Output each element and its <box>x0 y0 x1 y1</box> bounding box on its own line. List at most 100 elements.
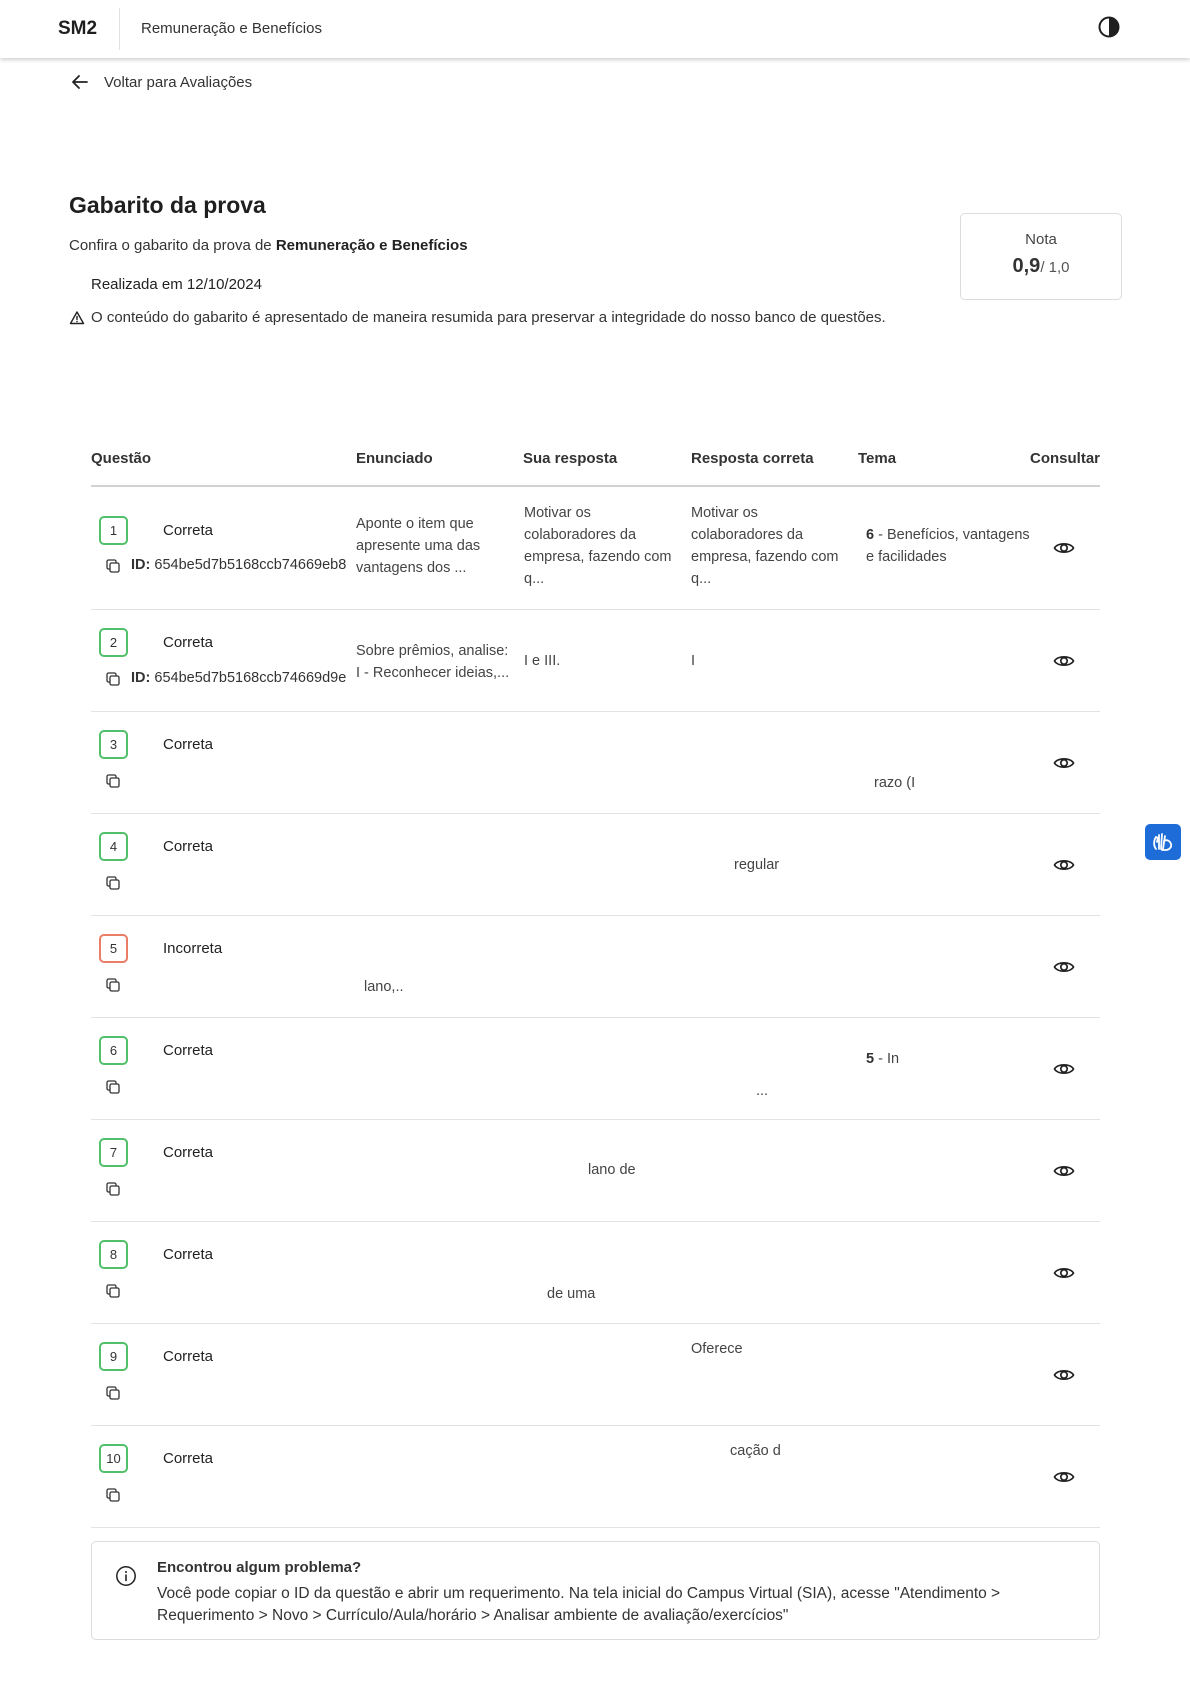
integrity-notice: O conteúdo do gabarito é apresentado de … <box>69 309 886 326</box>
tema-text: - Benefícios, vantagens e facilidades <box>866 527 1030 565</box>
accessibility-sign-language-button[interactable] <box>1145 824 1181 860</box>
copy-icon[interactable] <box>105 1079 121 1095</box>
question-number-badge: 2 <box>99 628 128 657</box>
question-number-badge: 8 <box>99 1240 128 1269</box>
question-id: ID: 654be5d7b5168ccb74669eb8 <box>131 557 346 573</box>
question-status: Correta <box>163 634 214 651</box>
view-question-eye-icon[interactable] <box>1053 1058 1075 1080</box>
view-question-eye-icon[interactable] <box>1053 752 1075 774</box>
copy-icon[interactable] <box>105 1385 121 1401</box>
cell-fragment: ... <box>756 1083 769 1099</box>
view-question-eye-icon[interactable] <box>1053 956 1075 978</box>
cell-enunciado: Aponte o item que apresente uma das vant… <box>356 516 481 576</box>
id-value: 654be5d7b5168ccb74669d9e <box>154 670 347 686</box>
tema-number: 5 <box>866 1051 875 1067</box>
copy-icon[interactable] <box>105 1181 121 1197</box>
cell-sua-resposta: I e III. <box>524 653 561 669</box>
header-enunciado: Enunciado <box>356 450 433 467</box>
question-status: Correta <box>163 1450 214 1467</box>
view-question-eye-icon[interactable] <box>1053 650 1075 672</box>
info-icon <box>116 1566 136 1586</box>
view-question-eye-icon[interactable] <box>1053 854 1075 876</box>
table-header: Questão Enunciado Sua resposta Resposta … <box>91 440 1100 487</box>
question-number-badge: 7 <box>99 1138 128 1167</box>
question-number-badge: 1 <box>99 516 128 545</box>
top-bar: SM2 Remuneração e Benefícios <box>0 0 1190 58</box>
cell-fragment: razo (I <box>874 775 916 791</box>
grade-max: / 1,0 <box>1040 259 1070 276</box>
view-question-eye-icon[interactable] <box>1053 537 1075 559</box>
question-status: Correta <box>163 1042 214 1059</box>
cell-fragment: regular <box>734 857 780 873</box>
back-to-evaluations-link[interactable]: Voltar para Avaliações <box>70 72 252 92</box>
table-row: 6 Correta ... 5 - In <box>91 1018 1100 1120</box>
copy-icon[interactable] <box>105 1283 121 1299</box>
cell-sua-resposta: Motivar os colaboradores da empresa, faz… <box>524 505 672 587</box>
header-tema: Tema <box>858 450 897 467</box>
table-row: 3 Correta razo (I <box>91 712 1100 814</box>
notice-text: O conteúdo do gabarito é apresentado de … <box>91 309 886 326</box>
question-number-badge: 6 <box>99 1036 128 1065</box>
question-status: Correta <box>163 838 214 855</box>
warning-icon <box>69 310 85 324</box>
question-status: Incorreta <box>163 940 223 957</box>
table-row: 2 Correta ID: 654be5d7b5168ccb74669d9e S… <box>91 610 1100 712</box>
question-status: Correta <box>163 1144 214 1161</box>
tema-text: - In <box>874 1051 900 1067</box>
view-question-eye-icon[interactable] <box>1053 1160 1075 1182</box>
question-id: ID: 654be5d7b5168ccb74669d9e <box>131 670 346 686</box>
problem-help-box: Encontrou algum problema? Você pode copi… <box>91 1541 1100 1640</box>
cell-fragment: de uma <box>547 1286 596 1302</box>
copy-icon[interactable] <box>105 977 121 993</box>
question-status: Correta <box>163 1246 214 1263</box>
brand-logo[interactable]: SM2 <box>58 18 97 40</box>
cell-enunciado: Sobre prêmios, analise: I - Reconhecer i… <box>356 643 510 681</box>
tema-number: 6 <box>866 527 875 543</box>
cell-resposta-correta: I <box>691 653 696 669</box>
grade-label: Nota <box>1025 231 1057 248</box>
back-link-label: Voltar para Avaliações <box>104 73 253 91</box>
table-row: 9 Correta Oferece <box>91 1324 1100 1426</box>
problem-text: Você pode copiar o ID da questão e abrir… <box>157 1585 1001 1624</box>
copy-icon[interactable] <box>105 773 121 789</box>
copy-icon[interactable] <box>105 875 121 891</box>
copy-icon[interactable] <box>105 558 121 574</box>
cell-tema: 6 - Benefícios, vantagens e facilidades <box>866 524 1030 568</box>
question-number-badge: 4 <box>99 832 128 861</box>
cell-fragment: lano,.. <box>364 979 404 995</box>
view-question-eye-icon[interactable] <box>1053 1466 1075 1488</box>
question-number-badge: 10 <box>99 1444 128 1473</box>
contrast-toggle-icon[interactable] <box>1097 15 1121 39</box>
question-status: Correta <box>163 1348 214 1365</box>
id-value: 654be5d7b5168ccb74669eb8 <box>154 557 347 573</box>
view-question-eye-icon[interactable] <box>1053 1364 1075 1386</box>
copy-icon[interactable] <box>105 671 121 687</box>
table-row: 4 Correta regular <box>91 814 1100 916</box>
cell-fragment: Oferece <box>691 1341 743 1357</box>
cell-tema: 5 - In <box>866 1048 899 1070</box>
grade-score: 0,9 <box>1012 255 1041 277</box>
page-subtitle: Confira o gabarito da prova de Remuneraç… <box>69 237 468 254</box>
cell-fragment: cação d <box>730 1443 781 1459</box>
cell-resposta-correta: Motivar os colaboradores da empresa, faz… <box>691 505 839 587</box>
grade-card: Nota 0,9/ 1,0 <box>960 213 1122 300</box>
view-question-eye-icon[interactable] <box>1053 1262 1075 1284</box>
question-number-badge: 5 <box>99 934 128 963</box>
id-label: ID: <box>131 670 151 686</box>
table-row: 7 Correta lano de <box>91 1120 1100 1222</box>
hands-icon <box>1153 833 1173 851</box>
cell-fragment: lano de <box>588 1162 636 1178</box>
header-consultar: Consultar <box>1030 450 1101 467</box>
header-questao: Questão <box>91 450 152 467</box>
subtitle-course: Remuneração e Benefícios <box>275 237 468 254</box>
table-row: 5 Incorreta lano,.. <box>91 916 1100 1018</box>
question-number-badge: 3 <box>99 730 128 759</box>
grade-value: 0,9/ 1,0 <box>961 255 1121 278</box>
course-title: Remuneração e Benefícios <box>141 20 322 37</box>
topbar-divider <box>119 8 120 50</box>
exam-date: Realizada em 12/10/2024 <box>91 276 262 293</box>
copy-icon[interactable] <box>105 1487 121 1503</box>
id-label: ID: <box>131 557 151 573</box>
question-number-badge: 9 <box>99 1342 128 1371</box>
question-status: Correta <box>163 736 214 753</box>
